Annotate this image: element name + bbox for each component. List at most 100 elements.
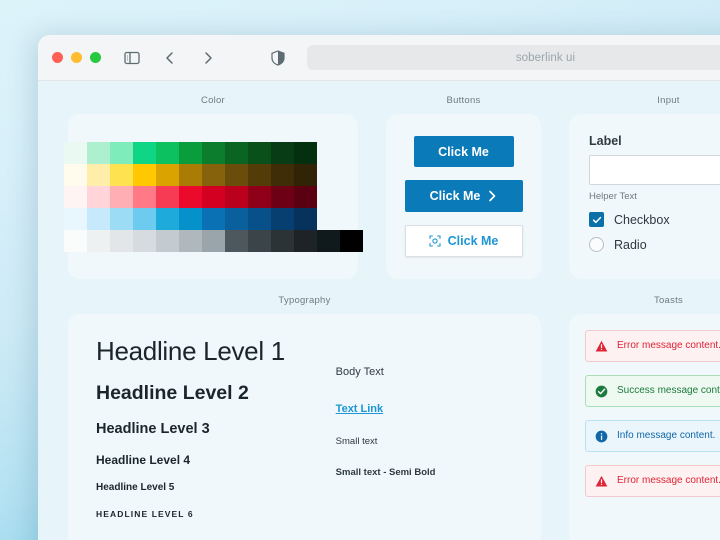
color-swatch-yellow-6[interactable]	[202, 164, 225, 186]
radio-unchecked-icon[interactable]	[589, 237, 604, 252]
color-row-red	[64, 186, 363, 208]
color-swatch-blue-8[interactable]	[248, 208, 271, 230]
color-swatch-green-10[interactable]	[294, 142, 317, 164]
color-swatch-green-0[interactable]	[64, 142, 87, 164]
color-swatch-green-7[interactable]	[225, 142, 248, 164]
checkbox-label: Checkbox	[614, 213, 670, 227]
color-card	[68, 114, 358, 279]
color-swatch-blue-2[interactable]	[110, 208, 133, 230]
headline-level-5: Headline Level 5	[96, 482, 318, 493]
color-swatch-red-6[interactable]	[202, 186, 225, 208]
color-swatch-gray-3[interactable]	[133, 230, 156, 252]
color-swatch-gray-11[interactable]	[317, 230, 340, 252]
color-swatch-red-10[interactable]	[294, 186, 317, 208]
section-label-buttons: Buttons	[386, 95, 541, 106]
color-swatch-red-0[interactable]	[64, 186, 87, 208]
address-bar[interactable]: soberlink ui	[307, 45, 720, 70]
color-swatch-gray-2[interactable]	[110, 230, 133, 252]
checkbox-checked-icon[interactable]	[589, 212, 604, 227]
color-swatch-blue-7[interactable]	[225, 208, 248, 230]
color-swatch-yellow-3[interactable]	[133, 164, 156, 186]
color-row-blue	[64, 208, 363, 230]
primary-chevron-button[interactable]: Click Me	[405, 180, 523, 212]
color-swatch-green-9[interactable]	[271, 142, 294, 164]
color-swatch-red-3[interactable]	[133, 186, 156, 208]
color-swatch-yellow-1[interactable]	[87, 164, 110, 186]
color-swatch-green-5[interactable]	[179, 142, 202, 164]
maximize-window-button[interactable]	[90, 52, 101, 63]
radio-label: Radio	[614, 238, 647, 252]
toast-message: Success message content.	[617, 384, 720, 398]
color-swatch-gray-0[interactable]	[64, 230, 87, 252]
color-swatch-gray-5[interactable]	[179, 230, 202, 252]
color-swatch-yellow-2[interactable]	[110, 164, 133, 186]
outline-button[interactable]: Click Me	[405, 225, 523, 257]
color-swatch-red-1[interactable]	[87, 186, 110, 208]
color-swatch-blue-4[interactable]	[156, 208, 179, 230]
color-swatch-yellow-10[interactable]	[294, 164, 317, 186]
color-swatch-grid	[64, 142, 363, 252]
color-swatch-gray-1[interactable]	[87, 230, 110, 252]
close-window-button[interactable]	[52, 52, 63, 63]
color-swatch-red-7[interactable]	[225, 186, 248, 208]
text-input-field[interactable]	[589, 155, 720, 185]
color-swatch-blue-9[interactable]	[271, 208, 294, 230]
color-swatch-yellow-8[interactable]	[248, 164, 271, 186]
color-swatch-green-4[interactable]	[156, 142, 179, 164]
chevron-right-icon	[487, 190, 497, 202]
small-text-sample: Small text	[336, 436, 513, 447]
color-swatch-blue-10[interactable]	[294, 208, 317, 230]
color-swatch-gray-12[interactable]	[340, 230, 363, 252]
text-style-stack: Body Text Text Link Small text Small tex…	[336, 336, 513, 531]
color-swatch-red-8[interactable]	[248, 186, 271, 208]
headline-level-6: HEADLINE LEVEL 6	[96, 509, 318, 519]
back-chevron-icon[interactable]	[157, 45, 183, 71]
color-swatch-red-2[interactable]	[110, 186, 133, 208]
color-swatch-gray-4[interactable]	[156, 230, 179, 252]
color-row-yellow	[64, 164, 363, 186]
toast-message: Error message content.	[617, 474, 720, 488]
input-card: Label Helper Text Checkbox Radio	[569, 114, 720, 279]
color-swatch-yellow-0[interactable]	[64, 164, 87, 186]
warning-triangle-icon	[595, 475, 608, 488]
toast-success-1: Success message content.	[585, 375, 720, 407]
typography-section: Typography Headline Level 1 Headline Lev…	[68, 295, 541, 540]
radio-row[interactable]: Radio	[589, 237, 720, 252]
primary-button-label: Click Me	[438, 145, 489, 159]
color-swatch-red-4[interactable]	[156, 186, 179, 208]
color-swatch-blue-5[interactable]	[179, 208, 202, 230]
color-swatch-blue-0[interactable]	[64, 208, 87, 230]
shield-privacy-icon[interactable]	[265, 45, 291, 71]
primary-chevron-button-label: Click Me	[430, 189, 481, 203]
text-link-sample[interactable]: Text Link	[336, 403, 383, 415]
color-swatch-green-2[interactable]	[110, 142, 133, 164]
color-swatch-green-6[interactable]	[202, 142, 225, 164]
section-label-input: Input	[569, 95, 720, 106]
color-swatch-gray-10[interactable]	[294, 230, 317, 252]
color-swatch-green-3[interactable]	[133, 142, 156, 164]
sidebar-toggle-icon[interactable]	[119, 45, 145, 71]
checkbox-row[interactable]: Checkbox	[589, 212, 720, 227]
color-swatch-blue-6[interactable]	[202, 208, 225, 230]
color-swatch-red-9[interactable]	[271, 186, 294, 208]
color-swatch-yellow-4[interactable]	[156, 164, 179, 186]
color-swatch-green-8[interactable]	[248, 142, 271, 164]
color-swatch-gray-7[interactable]	[225, 230, 248, 252]
top-row: Color Buttons Click Me Click Me	[38, 95, 720, 279]
color-swatch-yellow-7[interactable]	[225, 164, 248, 186]
color-swatch-gray-8[interactable]	[248, 230, 271, 252]
primary-button[interactable]: Click Me	[414, 136, 514, 167]
forward-chevron-icon[interactable]	[195, 45, 221, 71]
color-swatch-red-5[interactable]	[179, 186, 202, 208]
color-swatch-gray-6[interactable]	[202, 230, 225, 252]
color-swatch-yellow-9[interactable]	[271, 164, 294, 186]
color-section: Color	[68, 95, 358, 279]
minimize-window-button[interactable]	[71, 52, 82, 63]
body-text-sample: Body Text	[336, 366, 513, 378]
color-swatch-yellow-5[interactable]	[179, 164, 202, 186]
color-swatch-gray-9[interactable]	[271, 230, 294, 252]
color-swatch-green-1[interactable]	[87, 142, 110, 164]
input-section: Input Label Helper Text Checkbox	[569, 95, 720, 279]
color-swatch-blue-1[interactable]	[87, 208, 110, 230]
color-swatch-blue-3[interactable]	[133, 208, 156, 230]
